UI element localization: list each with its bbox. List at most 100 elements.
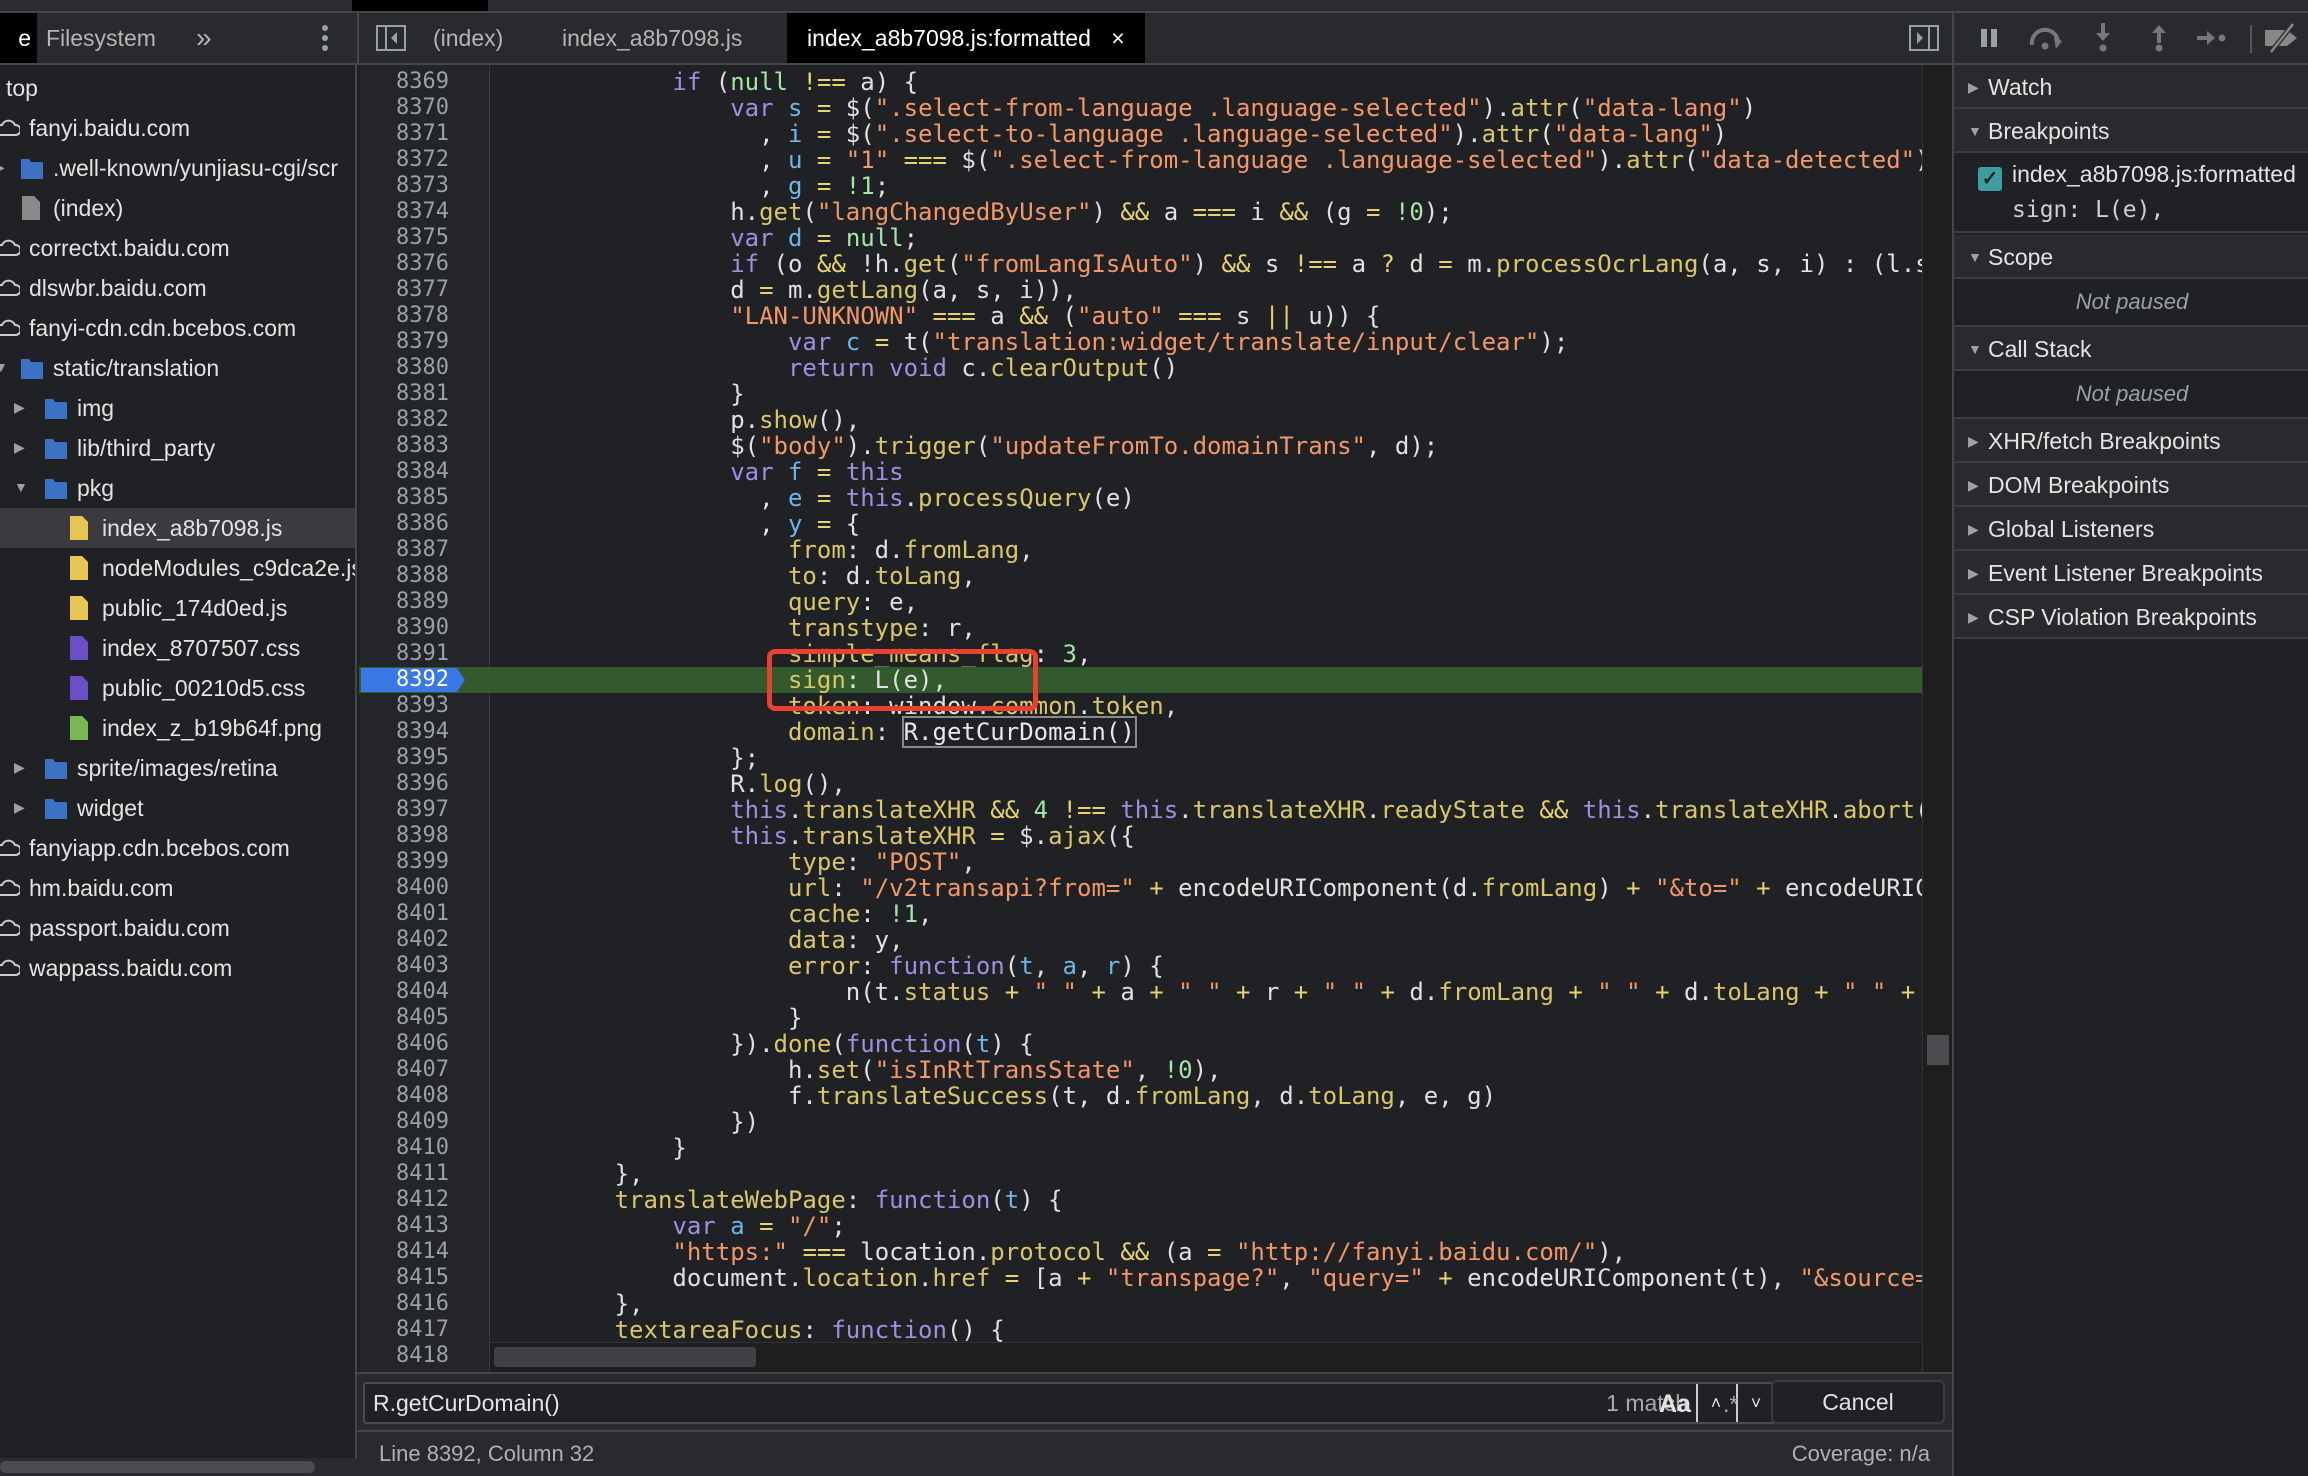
collapsed-arrow-icon[interactable]: ▶: [1968, 419, 1979, 463]
line-number[interactable]: 8403: [359, 953, 449, 979]
collapsed-arrow-icon[interactable]: ▶: [1968, 595, 1979, 639]
tree-item[interactable]: ▶ .well-known/yunjiasu-cgi/scr: [0, 148, 355, 188]
code-line[interactable]: 8384 var f = this: [359, 459, 1922, 485]
code-line[interactable]: 8382 p.show(),: [359, 407, 1922, 433]
line-number[interactable]: 8379: [359, 329, 449, 355]
line-number[interactable]: 8412: [359, 1187, 449, 1213]
code-line[interactable]: 8395 };: [359, 745, 1922, 771]
line-number[interactable]: 8371: [359, 121, 449, 147]
tree-item[interactable]: fanyiapp.cdn.bcebos.com: [0, 828, 355, 868]
line-number[interactable]: 8382: [359, 407, 449, 433]
tree-item[interactable]: passport.baidu.com: [0, 908, 355, 948]
tree-item[interactable]: (index): [0, 188, 355, 228]
line-number[interactable]: 8396: [359, 771, 449, 797]
line-number[interactable]: 8417: [359, 1317, 449, 1343]
section-breakpoints[interactable]: ▼ Breakpoints: [1954, 109, 2308, 153]
tree-item[interactable]: ▼ pkg: [0, 468, 355, 508]
tree-item[interactable]: public_174d0ed.js: [0, 588, 355, 628]
section-watch[interactable]: ▶ Watch: [1954, 65, 2308, 109]
code-line[interactable]: 8391 simple_means_flag: 3,: [359, 641, 1922, 667]
code-line[interactable]: 8388 to: d.toLang,: [359, 563, 1922, 589]
expanded-arrow-icon[interactable]: ▼: [14, 479, 28, 495]
breakpoint-checkbox[interactable]: ✓: [1978, 167, 2002, 191]
cancel-search-button[interactable]: Cancel: [1771, 1380, 1945, 1424]
collapsed-arrow-icon[interactable]: ▶: [1968, 65, 1979, 109]
tree-item[interactable]: ▶ widget: [0, 788, 355, 828]
code-line[interactable]: 8407 h.set("isInRtTransState", !0),: [359, 1057, 1922, 1083]
tab-page[interactable]: e: [0, 13, 37, 63]
line-number[interactable]: 8374: [359, 199, 449, 225]
step-icon[interactable]: [2194, 13, 2230, 63]
line-number[interactable]: 8404: [359, 979, 449, 1005]
line-number[interactable]: 8390: [359, 615, 449, 641]
line-number[interactable]: 8389: [359, 589, 449, 615]
line-number[interactable]: 8408: [359, 1083, 449, 1109]
match-case-button[interactable]: Aa: [1659, 1384, 1691, 1424]
code-line[interactable]: 8373 , g = !1;: [359, 173, 1922, 199]
line-number[interactable]: 8399: [359, 849, 449, 875]
code-line[interactable]: 8377 d = m.getLang(a, s, i)),: [359, 277, 1922, 303]
code-line[interactable]: 8386 , y = {: [359, 511, 1922, 537]
tree-item[interactable]: index_a8b7098.js: [0, 508, 355, 548]
tree-item[interactable]: ▶ sprite/images/retina: [0, 748, 355, 788]
line-number[interactable]: 8416: [359, 1291, 449, 1317]
section-dom-breakpoints[interactable]: ▶ DOM Breakpoints: [1954, 463, 2308, 507]
collapsed-arrow-icon[interactable]: ▶: [1968, 463, 1979, 507]
code-line[interactable]: 8372 , u = "1" === $(".select-from-langu…: [359, 147, 1930, 173]
code-line[interactable]: 8412 translateWebPage: function(t) {: [359, 1187, 1922, 1213]
code-line[interactable]: 8400 url: "/v2transapi?from=" + encodeUR…: [359, 875, 1930, 901]
code-editor[interactable]: 8369 if (null !== a) {8370 var s = $(".s…: [359, 65, 1952, 1372]
code-line[interactable]: 8403 error: function(t, a, r) {: [359, 953, 1922, 979]
code-line[interactable]: 8383 $("body").trigger("updateFromTo.dom…: [359, 433, 1922, 459]
code-vertical-scrollbar[interactable]: [1922, 65, 1952, 1372]
line-number[interactable]: 8401: [359, 901, 449, 927]
toggle-navigator-icon[interactable]: [373, 13, 409, 63]
code-line[interactable]: 8378 "LAN-UNKNOWN" === a && ("auto" === …: [359, 303, 1922, 329]
code-line[interactable]: 8404 n(t.status + " " + a + " " + r + " …: [359, 979, 1922, 1005]
line-number[interactable]: 8411: [359, 1161, 449, 1187]
code-line[interactable]: 8398 this.translateXHR = $.ajax({: [359, 823, 1922, 849]
code-line[interactable]: 8369 if (null !== a) {: [359, 69, 1922, 95]
line-number[interactable]: 8377: [359, 277, 449, 303]
line-number[interactable]: 8397: [359, 797, 449, 823]
code-line[interactable]: 8380 return void c.clearOutput(): [359, 355, 1922, 381]
code-line[interactable]: 8415 document.location.href = [a + "tran…: [359, 1265, 1930, 1291]
tree-item[interactable]: ▼ static/translation: [0, 348, 355, 388]
line-number[interactable]: 8393: [359, 693, 449, 719]
code-line[interactable]: 8408 f.translateSuccess(t, d.fromLang, d…: [359, 1083, 1922, 1109]
line-number[interactable]: 8398: [359, 823, 449, 849]
line-number[interactable]: 8413: [359, 1213, 449, 1239]
code-line[interactable]: 8405 }: [359, 1005, 1922, 1031]
line-number[interactable]: 8415: [359, 1265, 449, 1291]
more-tabs-button[interactable]: »: [196, 13, 212, 63]
tab-index-js[interactable]: index_a8b7098.js: [562, 13, 742, 63]
code-line[interactable]: 8374 h.get("langChangedByUser") && a ===…: [359, 199, 1922, 225]
code-horizontal-scrollbar[interactable]: [490, 1342, 1922, 1370]
section-global-listeners[interactable]: ▶ Global Listeners: [1954, 507, 2308, 551]
code-line[interactable]: 8413 var a = "/";: [359, 1213, 1922, 1239]
breakpoint-entry[interactable]: ✓ index_a8b7098.js:formatted sign: L(e),: [1954, 153, 2308, 233]
tree-item[interactable]: ▶ lib/third_party: [0, 428, 355, 468]
line-number[interactable]: 8381: [359, 381, 449, 407]
code-line[interactable]: 8375 var d = null;: [359, 225, 1922, 251]
tab-filesystem[interactable]: Filesystem: [46, 13, 156, 63]
code-line[interactable]: 8370 var s = $(".select-from-language .l…: [359, 95, 1922, 121]
line-number[interactable]: 8387: [359, 537, 449, 563]
line-number[interactable]: 8402: [359, 927, 449, 953]
tab-index[interactable]: (index): [433, 13, 503, 63]
section-csp-violation-breakpoints[interactable]: ▶ CSP Violation Breakpoints: [1954, 595, 2308, 639]
line-number[interactable]: 8407: [359, 1057, 449, 1083]
tree-horizontal-scrollbar[interactable]: [0, 1458, 357, 1476]
code-line[interactable]: 8397 this.translateXHR && 4 !== this.tra…: [359, 797, 1930, 823]
section-call-stack[interactable]: ▼ Call Stack: [1954, 327, 2308, 371]
line-number[interactable]: 8385: [359, 485, 449, 511]
collapsed-arrow-icon[interactable]: ▶: [14, 759, 25, 776]
line-number[interactable]: 8369: [359, 69, 449, 95]
pause-icon[interactable]: [1974, 13, 2004, 63]
code-line[interactable]: 8396 R.log(),: [359, 771, 1922, 797]
tree-item[interactable]: public_00210d5.css: [0, 668, 355, 708]
breakpoint-line[interactable]: 8392 sign: L(e),: [359, 667, 1922, 693]
line-number[interactable]: 8405: [359, 1005, 449, 1031]
scrollbar-thumb[interactable]: [1927, 1035, 1949, 1065]
code-line[interactable]: 8416 },: [359, 1291, 1922, 1317]
